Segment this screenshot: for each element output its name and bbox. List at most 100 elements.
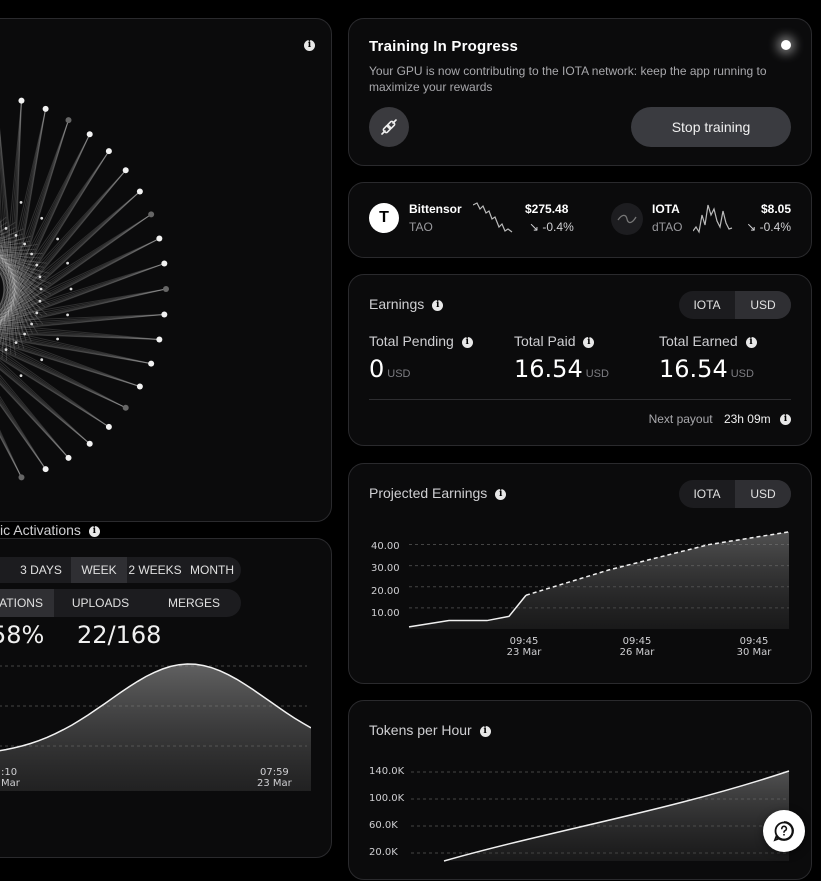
status-indicator: [781, 40, 791, 50]
x-tick: 09:4526 Mar: [617, 636, 657, 658]
info-icon[interactable]: i: [746, 337, 757, 348]
divider: [369, 399, 791, 400]
range-toggle: 3 DAYS WEEK 2 WEEKS MONTH: [0, 557, 241, 583]
info-icon[interactable]: i: [780, 414, 791, 425]
viz-ring-dot: [40, 288, 43, 291]
training-title: Training In Progress: [369, 38, 518, 55]
stat-value: 16.54: [514, 355, 583, 383]
y-tick: 10.00: [371, 608, 400, 619]
activations-title: ic Activations i: [0, 522, 100, 538]
info-icon[interactable]: i: [89, 526, 100, 537]
ticker-change: ↘ -0.4%: [529, 220, 574, 234]
viz-node: [156, 236, 162, 242]
viz-node: [161, 261, 167, 267]
activations-card: 3 DAYS WEEK 2 WEEKS MONTH VATIONS UPLOAD…: [0, 538, 332, 858]
range-2weeks[interactable]: 2 WEEKS: [127, 557, 183, 583]
currency-toggle: IOTA USD: [679, 291, 791, 319]
ticker-symbol: TAO: [409, 220, 433, 234]
iota-sparkline: [693, 201, 733, 235]
ticker-price: $8.05: [761, 202, 791, 216]
viz-ring-dot: [66, 313, 69, 316]
viz-node: [156, 336, 162, 342]
y-tick: 140.0K: [369, 766, 404, 777]
stat-unit: USD: [731, 368, 754, 380]
x-tick: :10Mar: [1, 767, 20, 789]
range-week[interactable]: WEEK: [71, 557, 127, 583]
metric-merges[interactable]: MERGES: [147, 589, 241, 617]
ticker-name: IOTA: [652, 202, 680, 216]
earnings-card: Earnings i IOTA USD Total Pending i 0USD…: [348, 274, 812, 446]
viz-ring-dot: [35, 264, 38, 267]
viz-ring-dot: [70, 288, 73, 291]
metric-activations[interactable]: VATIONS: [0, 589, 54, 617]
range-month[interactable]: MONTH: [183, 557, 241, 583]
y-tick: 40.00: [371, 541, 400, 552]
tao-sparkline: [473, 201, 513, 235]
viz-ring-dot: [35, 312, 38, 315]
viz-ring-dot: [23, 333, 26, 336]
training-description: Your GPU is now contributing to the IOTA…: [369, 63, 789, 95]
plug-button[interactable]: [369, 107, 409, 147]
activations-percent: 58%: [0, 621, 44, 649]
stat-earned: Total Earned i 16.54USD: [659, 333, 757, 383]
stat-label: Total Earned: [659, 333, 738, 349]
viz-ring-dot: [40, 217, 43, 220]
projected-earnings-card: Projected Earnings i IOTA USD 40.00 30.0…: [348, 463, 812, 684]
viz-ring-dot: [56, 338, 59, 341]
tickers-card: T Bittensor TAO $275.48 ↘ -0.4% IOTA dTA…: [348, 182, 812, 258]
ticker-price: $275.48: [525, 202, 568, 216]
info-icon[interactable]: i: [462, 337, 473, 348]
viz-node: [161, 311, 167, 317]
ticker-change: ↘ -0.4%: [746, 220, 791, 234]
info-icon[interactable]: i: [583, 337, 594, 348]
training-card: Training In Progress Your GPU is now con…: [348, 18, 812, 166]
viz-node: [148, 211, 154, 217]
viz-node: [137, 384, 143, 390]
stat-value: 16.54: [659, 355, 728, 383]
y-tick: 20.00: [371, 586, 400, 597]
range-spacer: [0, 557, 11, 583]
viz-node: [87, 441, 93, 447]
stat-unit: USD: [586, 368, 609, 380]
viz-node: [106, 424, 112, 430]
viz-node: [66, 117, 72, 123]
info-icon[interactable]: i: [432, 300, 443, 311]
viz-ring-dot: [20, 374, 23, 377]
viz-ring-dot: [15, 341, 18, 344]
toggle-iota[interactable]: IOTA: [679, 291, 735, 319]
viz-ring-dot: [39, 275, 42, 278]
tokens-per-hour-card: Tokens per Hour i 140.0K 100.0K 60.0K 20…: [348, 700, 812, 880]
viz-node: [18, 474, 24, 480]
iota-logo: [611, 203, 643, 235]
viz-node: [148, 361, 154, 367]
metric-uploads[interactable]: UPLOADS: [54, 589, 147, 617]
help-chat-button[interactable]: [763, 810, 805, 852]
viz-ring-dot: [66, 262, 69, 265]
toggle-usd[interactable]: USD: [735, 291, 791, 319]
viz-ring-dot: [30, 253, 33, 256]
viz-ring-dot: [56, 238, 59, 241]
viz-node: [137, 189, 143, 195]
x-tick: 09:4523 Mar: [504, 636, 544, 658]
next-payout-value: 23h 09m: [724, 412, 771, 426]
stat-paid: Total Paid i 16.54USD: [514, 333, 609, 383]
y-tick: 20.0K: [369, 847, 398, 858]
network-visualization: [0, 19, 311, 523]
viz-node: [123, 167, 129, 173]
metric-toggle: VATIONS UPLOADS MERGES: [0, 589, 241, 617]
viz-ring-dot: [20, 201, 23, 204]
viz-ring-dot: [39, 300, 42, 303]
chat-help-icon: [772, 819, 796, 843]
y-tick: 60.0K: [369, 820, 398, 831]
viz-ring-dot: [15, 234, 18, 237]
viz-node: [18, 98, 24, 104]
stop-training-button[interactable]: Stop training: [631, 107, 791, 147]
viz-node: [43, 466, 49, 472]
viz-node: [163, 286, 169, 292]
stat-value: 0: [369, 355, 384, 383]
viz-node: [123, 405, 129, 411]
stat-label: Total Pending: [369, 333, 454, 349]
range-3days[interactable]: 3 DAYS: [11, 557, 71, 583]
activations-count: 22/168: [77, 621, 161, 649]
tao-logo: T: [369, 203, 399, 233]
